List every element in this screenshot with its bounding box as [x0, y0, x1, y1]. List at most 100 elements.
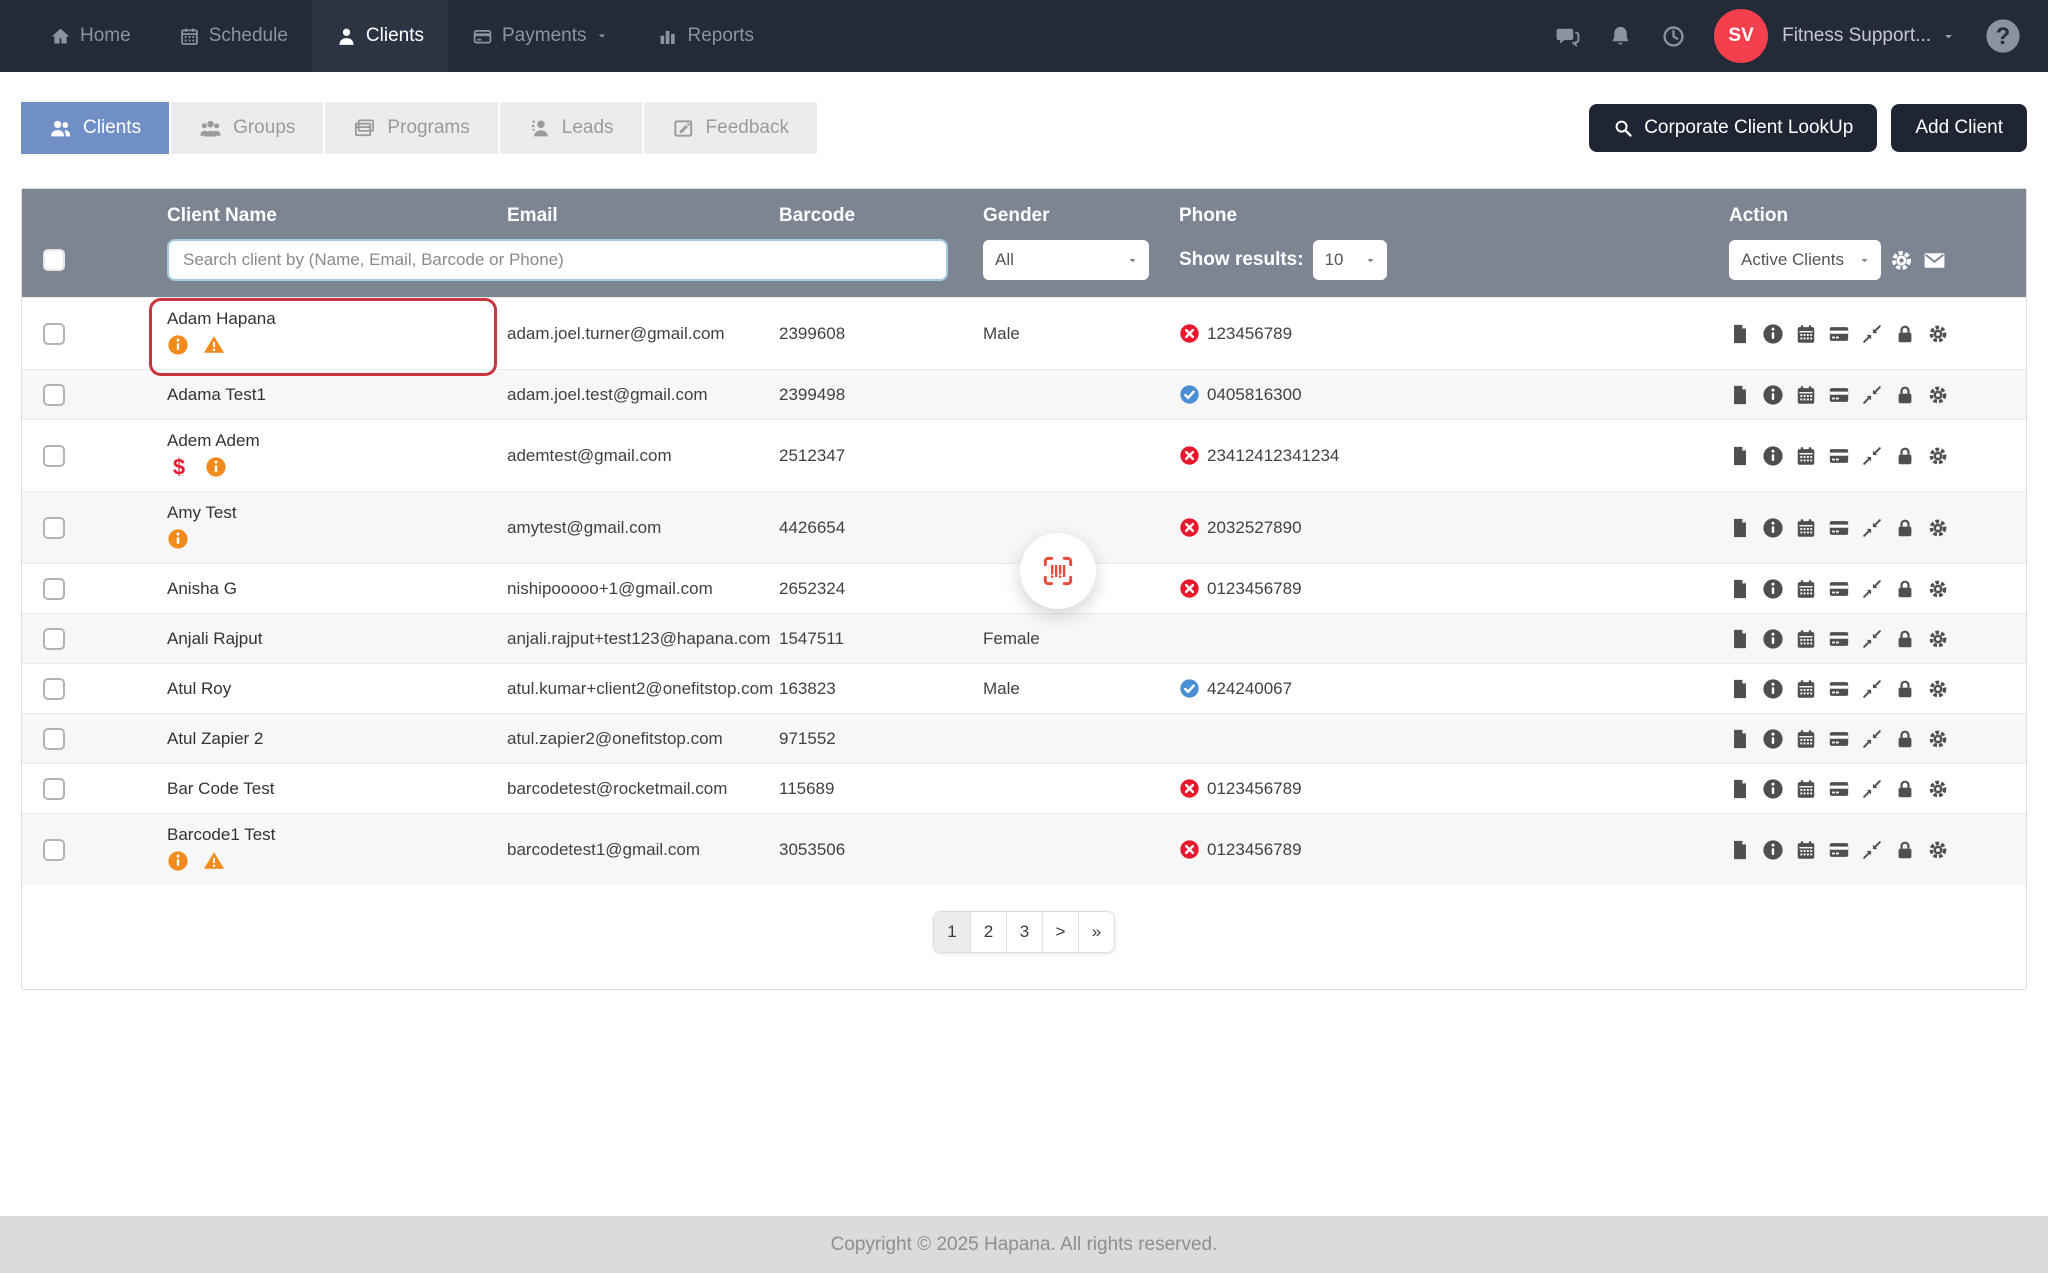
lock-icon[interactable] — [1894, 839, 1916, 861]
lock-icon[interactable] — [1894, 728, 1916, 750]
settings-icon[interactable] — [1889, 248, 1914, 273]
info-icon[interactable] — [1762, 839, 1784, 861]
row-checkbox[interactable] — [43, 577, 65, 600]
lock-icon[interactable] — [1894, 678, 1916, 700]
calendar-icon[interactable] — [1795, 728, 1817, 750]
page-button-2[interactable]: 2 — [970, 912, 1006, 952]
info-icon[interactable] — [1762, 728, 1784, 750]
add-client-button[interactable]: Add Client — [1891, 104, 2027, 152]
chat-icon[interactable] — [1555, 24, 1580, 49]
settings-icon[interactable] — [1927, 445, 1949, 467]
nav-item-payments[interactable]: Payments — [448, 0, 633, 72]
file-icon[interactable] — [1729, 628, 1751, 650]
file-icon[interactable] — [1729, 445, 1751, 467]
warning-icon[interactable] — [203, 334, 225, 356]
row-checkbox[interactable] — [43, 677, 65, 700]
calendar-icon[interactable] — [1795, 578, 1817, 600]
select-all-checkbox[interactable] — [43, 249, 65, 271]
payment-card-icon[interactable] — [1828, 323, 1850, 345]
barcode-scan-button[interactable] — [1020, 533, 1096, 609]
info-icon[interactable] — [167, 850, 189, 872]
calendar-icon[interactable] — [1795, 384, 1817, 406]
file-icon[interactable] — [1729, 384, 1751, 406]
file-icon[interactable] — [1729, 678, 1751, 700]
page-button-1[interactable]: 1 — [934, 912, 970, 952]
lock-icon[interactable] — [1894, 384, 1916, 406]
settings-icon[interactable] — [1927, 323, 1949, 345]
row-checkbox[interactable] — [43, 516, 65, 539]
calendar-icon[interactable] — [1795, 678, 1817, 700]
page-button-3[interactable]: 3 — [1006, 912, 1042, 952]
nav-item-home[interactable]: Home — [26, 0, 155, 72]
row-checkbox[interactable] — [43, 627, 65, 650]
clock-icon[interactable] — [1661, 24, 1686, 49]
row-checkbox[interactable] — [43, 777, 65, 800]
row-checkbox[interactable] — [43, 444, 65, 467]
envelope-icon[interactable] — [1922, 248, 1947, 273]
lock-icon[interactable] — [1894, 578, 1916, 600]
bell-icon[interactable] — [1608, 24, 1633, 49]
compress-arrows-icon[interactable] — [1861, 384, 1883, 406]
settings-icon[interactable] — [1927, 728, 1949, 750]
nav-item-reports[interactable]: Reports — [633, 0, 778, 72]
info-icon[interactable] — [1762, 678, 1784, 700]
compress-arrows-icon[interactable] — [1861, 728, 1883, 750]
page-button-last[interactable]: » — [1078, 912, 1114, 952]
payment-card-icon[interactable] — [1828, 384, 1850, 406]
payment-card-icon[interactable] — [1828, 839, 1850, 861]
compress-arrows-icon[interactable] — [1861, 778, 1883, 800]
tab-feedback[interactable]: Feedback — [641, 102, 817, 154]
payment-card-icon[interactable] — [1828, 517, 1850, 539]
compress-arrows-icon[interactable] — [1861, 323, 1883, 345]
calendar-icon[interactable] — [1795, 778, 1817, 800]
file-icon[interactable] — [1729, 839, 1751, 861]
file-icon[interactable] — [1729, 323, 1751, 345]
compress-arrows-icon[interactable] — [1861, 628, 1883, 650]
file-icon[interactable] — [1729, 578, 1751, 600]
settings-icon[interactable] — [1927, 628, 1949, 650]
file-icon[interactable] — [1729, 517, 1751, 539]
status-filter-select[interactable]: Active Clients — [1729, 240, 1881, 280]
settings-icon[interactable] — [1927, 678, 1949, 700]
calendar-icon[interactable] — [1795, 445, 1817, 467]
lock-icon[interactable] — [1894, 445, 1916, 467]
chevron-down-icon[interactable] — [1941, 29, 1956, 44]
info-icon[interactable] — [167, 334, 189, 356]
calendar-icon[interactable] — [1795, 839, 1817, 861]
compress-arrows-icon[interactable] — [1861, 578, 1883, 600]
info-icon[interactable] — [1762, 517, 1784, 539]
info-icon[interactable] — [1762, 578, 1784, 600]
calendar-icon[interactable] — [1795, 628, 1817, 650]
calendar-icon[interactable] — [1795, 323, 1817, 345]
lock-icon[interactable] — [1894, 517, 1916, 539]
settings-icon[interactable] — [1927, 384, 1949, 406]
lock-icon[interactable] — [1894, 628, 1916, 650]
tab-leads[interactable]: Leads — [497, 102, 642, 154]
help-icon[interactable] — [1984, 17, 2022, 55]
info-icon[interactable] — [1762, 628, 1784, 650]
tab-groups[interactable]: Groups — [169, 102, 324, 154]
settings-icon[interactable] — [1927, 578, 1949, 600]
row-checkbox[interactable] — [43, 383, 65, 406]
compress-arrows-icon[interactable] — [1861, 445, 1883, 467]
info-icon[interactable] — [1762, 445, 1784, 467]
page-button-next[interactable]: > — [1042, 912, 1078, 952]
gender-filter-select[interactable]: All — [983, 240, 1149, 280]
tab-clients[interactable]: Clients — [21, 102, 170, 154]
settings-icon[interactable] — [1927, 778, 1949, 800]
payment-card-icon[interactable] — [1828, 728, 1850, 750]
compress-arrows-icon[interactable] — [1861, 839, 1883, 861]
payment-card-icon[interactable] — [1828, 445, 1850, 467]
corporate-client-lookup-button[interactable]: Corporate Client LookUp — [1589, 104, 1878, 152]
payment-card-icon[interactable] — [1828, 578, 1850, 600]
warning-icon[interactable] — [203, 850, 225, 872]
calendar-icon[interactable] — [1795, 517, 1817, 539]
avatar[interactable]: SV — [1714, 9, 1769, 63]
info-icon[interactable] — [1762, 384, 1784, 406]
search-input[interactable] — [167, 239, 948, 281]
compress-arrows-icon[interactable] — [1861, 517, 1883, 539]
info-icon[interactable] — [1762, 323, 1784, 345]
info-icon[interactable] — [205, 456, 227, 478]
nav-item-schedule[interactable]: Schedule — [155, 0, 312, 72]
settings-icon[interactable] — [1927, 839, 1949, 861]
